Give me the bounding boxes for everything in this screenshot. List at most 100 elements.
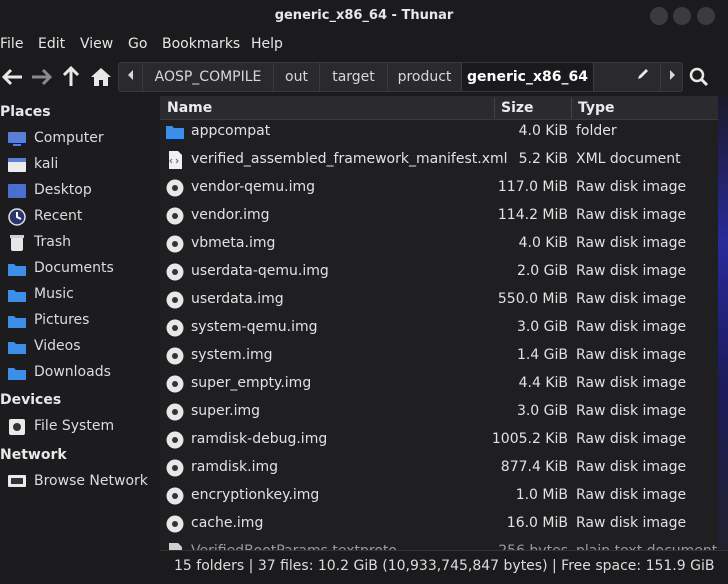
file-type: Raw disk image [576,319,687,335]
sidebar-item-pictures[interactable]: Pictures [0,308,158,334]
file-type: Raw disk image [576,403,687,419]
disk-image-icon [166,347,184,365]
sidebar-item-label: File System [34,418,115,434]
sidebar-item-label: Downloads [34,364,111,380]
file-row[interactable]: vendor.img 114.2 MiB Raw disk image [160,202,728,230]
sidebar-item-label: Music [34,286,74,302]
file-type: Raw disk image [576,431,687,447]
file-row[interactable]: encryptionkey.img 1.0 MiB Raw disk image [160,482,728,510]
path-crumb-generic-x86-64[interactable]: generic_x86_64 [462,63,594,91]
disk-image-icon [166,207,184,225]
file-type: folder [576,123,617,139]
file-row[interactable]: userdata-qemu.img 2.0 GiB Raw disk image [160,258,728,286]
file-name: VerifiedBootParams.textproto [191,543,397,550]
menu-bookmarks[interactable]: Bookmarks [162,36,240,52]
file-size: 3.0 GiB [516,403,568,419]
file-row[interactable]: VerifiedBootParams.textproto 256 bytes pla… [160,538,728,550]
forward-arrow-icon[interactable] [28,64,54,90]
sidebar-heading-network: Network [0,447,67,463]
path-scroll-right-button[interactable] [660,63,682,91]
disk-image-icon [166,459,184,477]
file-size: 4.0 KiB [518,123,568,139]
file-row[interactable]: system-qemu.img 3.0 GiB Raw disk image [160,314,728,342]
file-row[interactable]: system.img 1.4 GiB Raw disk image [160,342,728,370]
file-size: 4.4 KiB [518,375,568,391]
file-row[interactable]: ramdisk.img 877.4 KiB Raw disk image [160,454,728,482]
home-icon[interactable] [88,64,114,90]
disk-image-icon [166,375,184,393]
file-type: Raw disk image [576,487,687,503]
sidebar-item-desktop[interactable]: Desktop [0,178,158,204]
file-size: 4.0 KiB [518,235,568,251]
file-row[interactable]: vendor-qemu.img 117.0 MiB Raw disk image [160,174,728,202]
close-button[interactable] [697,7,715,25]
path-crumb-out[interactable]: out [274,63,320,91]
sidebar-item-kali[interactable]: kali [0,152,158,178]
column-header-type[interactable]: Type [578,100,615,116]
disk-image-icon [166,515,184,533]
menu-file[interactable]: File [0,36,23,52]
menu-help[interactable]: Help [251,36,283,52]
documents-folder-icon [8,264,26,276]
file-row[interactable]: vbmeta.img 4.0 KiB Raw disk image [160,230,728,258]
search-icon[interactable] [686,64,712,90]
file-name: system-qemu.img [191,319,318,335]
disk-image-icon [166,291,184,309]
menu-edit[interactable]: Edit [38,36,65,52]
file-type: Raw disk image [576,291,687,307]
home-folder-icon [8,158,26,172]
folder-icon [166,126,184,139]
file-size: 256 bytes [498,543,568,550]
back-arrow-icon[interactable] [0,64,26,90]
file-row[interactable]: super_empty.img 4.4 KiB Raw disk image [160,370,728,398]
file-list: Name Size Type appcompat 4.0 KiB folder ver… [160,96,728,550]
sidebar-item-documents[interactable]: Documents [0,256,158,282]
sidebar-item-trash[interactable]: Trash [0,230,158,256]
sidebar-item-label: Computer [34,130,104,146]
column-divider[interactable] [571,98,572,118]
file-row[interactable]: cache.img 16.0 MiB Raw disk image [160,510,728,538]
file-row[interactable]: userdata.img 550.0 MiB Raw disk image [160,286,728,314]
path-scroll-left-button[interactable] [119,63,143,91]
sidebar-item-recent[interactable]: Recent [0,204,158,230]
sidebar-item-music[interactable]: Music [0,282,158,308]
file-type: plain text document [576,543,717,550]
file-row[interactable]: appcompat 4.0 KiB folder [160,118,728,146]
path-edit-button[interactable] [628,63,658,91]
path-crumb-aosp-compile[interactable]: AOSP_COMPILE [143,63,274,91]
file-type: Raw disk image [576,347,687,363]
sidebar-item-computer[interactable]: Computer [0,126,158,152]
menu-go[interactable]: Go [128,36,147,52]
path-crumb-product[interactable]: product [388,63,462,91]
maximize-button[interactable] [673,7,691,25]
column-header-name[interactable]: Name [167,100,212,116]
file-name: ramdisk.img [191,459,279,475]
column-divider[interactable] [494,98,495,118]
file-type: Raw disk image [576,207,687,223]
up-arrow-icon[interactable] [58,64,84,90]
file-row[interactable]: super.img 3.0 GiB Raw disk image [160,398,728,426]
sidebar-item-label: kali [34,156,59,172]
file-row[interactable]: ramdisk-debug.img 1005.2 KiB Raw disk imag… [160,426,728,454]
file-name: system.img [191,347,273,363]
trash-icon [10,235,24,251]
menu-view[interactable]: View [80,36,113,52]
file-row[interactable]: verified_assembled_framework_manifest.xm… [160,146,728,174]
sidebar-item-browse-network[interactable]: Browse Network [0,469,158,495]
path-crumb-target[interactable]: target [320,63,388,91]
desktop-background-strip [718,96,728,584]
menu-bar: File Edit View Go Bookmarks Help [0,32,728,58]
sidebar-item-label: Documents [34,260,114,276]
downloads-folder-icon [8,368,26,380]
title-bar: generic_x86_64 - Thunar [0,0,728,32]
column-header-size[interactable]: Size [501,100,534,116]
sidebar-item-downloads[interactable]: Downloads [0,360,158,386]
file-type: Raw disk image [576,515,687,531]
sidebar-item-videos[interactable]: Videos [0,334,158,360]
file-name: vendor-qemu.img [191,179,316,195]
file-name: userdata.img [191,291,284,307]
music-folder-icon [8,290,26,302]
sidebar-item-file-system[interactable]: File System [0,414,158,440]
minimize-button[interactable] [650,7,668,25]
file-type: XML document [576,151,681,167]
